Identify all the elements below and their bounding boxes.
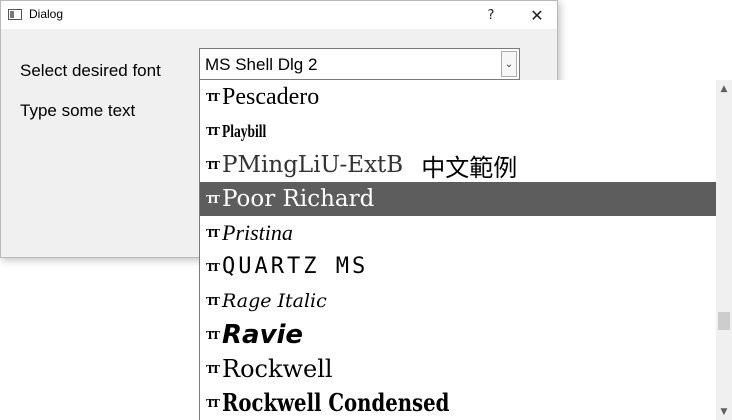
close-button[interactable]: ✕: [515, 1, 559, 29]
font-option-label: Ravie: [222, 320, 304, 350]
truetype-font-icon: TT: [206, 124, 220, 138]
font-option-rage-italic[interactable]: TT Rage Italic: [200, 284, 717, 318]
font-option-rockwell[interactable]: TT Rockwell: [200, 352, 717, 386]
window-title: Dialog: [29, 7, 64, 21]
chevron-down-icon[interactable]: ⌄: [501, 51, 517, 77]
window-app-icon: [8, 9, 22, 20]
font-option-pristina[interactable]: TT Pristina: [200, 216, 717, 250]
title-bar: Dialog ? ✕: [1, 1, 557, 29]
font-dropdown-list[interactable]: TT Pescadero TT Playbill TT PMingLiU-Ext…: [199, 80, 732, 420]
truetype-font-icon: TT: [206, 328, 220, 342]
scroll-up-arrow-icon[interactable]: ▲: [716, 80, 732, 97]
truetype-font-icon: TT: [206, 90, 220, 104]
font-option-pmingliu-extb[interactable]: TT PMingLiU-ExtB 中文範例: [200, 148, 717, 182]
truetype-font-icon: TT: [206, 396, 220, 410]
font-option-pescadero[interactable]: TT Pescadero: [200, 80, 717, 114]
font-option-ravie[interactable]: TT Ravie: [200, 318, 717, 352]
font-select-label: Select desired font: [20, 61, 161, 80]
font-option-label: Rockwell Condensed: [222, 388, 450, 417]
scrollbar-thumb[interactable]: [718, 312, 730, 330]
font-option-rockwell-condensed[interactable]: TT Rockwell Condensed: [200, 386, 717, 420]
font-option-label: Rage Italic: [222, 290, 327, 312]
font-option-label: Pescadero: [222, 84, 320, 110]
truetype-font-icon: TT: [206, 362, 220, 376]
dropdown-scrollbar[interactable]: ▲ ▼: [716, 80, 732, 420]
font-option-label: PMingLiU-ExtB: [222, 152, 404, 178]
font-option-label: Rockwell: [222, 355, 333, 383]
font-option-label: Playbill: [222, 121, 267, 141]
truetype-font-icon: TT: [206, 158, 220, 172]
font-option-label: Pristina: [222, 220, 293, 245]
scroll-down-arrow-icon[interactable]: ▼: [716, 403, 732, 420]
font-option-label: Poor Richard: [222, 186, 375, 212]
text-input-label: Type some text: [20, 101, 136, 120]
truetype-font-icon: TT: [206, 294, 220, 308]
font-option-poor-richard[interactable]: TT Poor Richard: [200, 182, 717, 216]
font-option-sample: 中文範例: [421, 153, 518, 182]
font-option-playbill[interactable]: TT Playbill: [200, 114, 717, 148]
help-button[interactable]: ?: [469, 1, 513, 29]
truetype-font-icon: TT: [206, 226, 220, 240]
truetype-font-icon: TT: [206, 260, 220, 274]
font-combobox[interactable]: MS Shell Dlg 2 ⌄: [199, 48, 520, 80]
font-combobox-value: MS Shell Dlg 2: [205, 55, 318, 74]
font-option-label: QUARTZ MS: [222, 254, 369, 279]
font-option-quartz-ms[interactable]: TT QUARTZ MS: [200, 250, 717, 284]
truetype-font-icon: TT: [206, 192, 220, 206]
